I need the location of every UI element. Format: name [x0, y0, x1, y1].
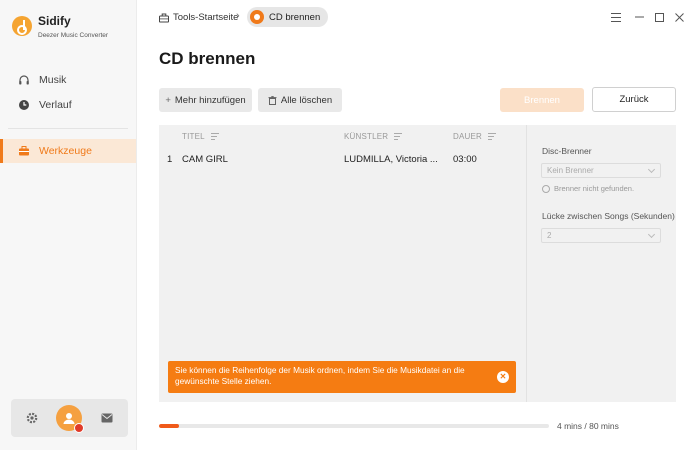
clear-all-label: Alle löschen: [280, 94, 333, 106]
brand: Sidify Deezer Music Converter: [12, 14, 108, 39]
sort-icon: [394, 133, 403, 140]
sidebar: Sidify Deezer Music Converter Musik Verl…: [0, 0, 137, 450]
sidebar-item-werkzeuge[interactable]: Werkzeuge: [0, 139, 136, 163]
column-header-title[interactable]: TITEL: [182, 132, 219, 141]
maximize-icon[interactable]: [652, 10, 666, 24]
sidebar-item-label: Musik: [39, 74, 67, 86]
gap-label: Lücke zwischen Songs (Sekunden): [542, 211, 675, 221]
burner-select-value: Kein Brenner: [547, 166, 594, 175]
sidebar-footer: [11, 399, 128, 437]
sort-icon: [488, 133, 497, 140]
close-icon[interactable]: ✕: [497, 371, 509, 383]
cd-icon: [250, 10, 264, 24]
capacity-progress-fill: [159, 424, 179, 428]
headphones-icon: [19, 75, 29, 85]
clear-all-button[interactable]: Alle löschen: [258, 88, 342, 112]
row-title: CAM GIRL: [182, 154, 228, 165]
sidebar-item-musik[interactable]: Musik: [0, 68, 136, 92]
sort-icon: [210, 133, 219, 140]
page-title: CD brennen: [159, 49, 256, 68]
trash-icon: [268, 95, 277, 105]
breadcrumb-separator: ›: [236, 10, 240, 22]
close-icon[interactable]: [672, 10, 686, 24]
sidebar-item-verlauf[interactable]: Verlauf: [0, 93, 136, 117]
breadcrumb-current: CD brennen: [247, 7, 329, 27]
breadcrumb-home-label: Tools-Startseite: [173, 12, 239, 23]
account-badge-icon: [74, 423, 85, 433]
gear-icon[interactable]: [26, 412, 38, 424]
avatar[interactable]: [56, 405, 85, 433]
chevron-down-icon: [647, 165, 656, 174]
toolbox-icon: [19, 146, 29, 156]
sidebar-divider: [8, 128, 128, 129]
column-header-duration[interactable]: DAUER: [453, 132, 497, 141]
breadcrumb-current-label: CD brennen: [269, 11, 321, 23]
toast-message: Sie können die Reihenfolge der Musik ord…: [175, 365, 465, 386]
burner-select[interactable]: Kein Brenner: [541, 163, 661, 178]
menu-icon[interactable]: [609, 10, 623, 24]
info-icon: [542, 184, 550, 193]
minimize-icon[interactable]: [633, 10, 647, 24]
title-bar: Tools-Startseite › CD brennen: [137, 0, 700, 34]
capacity-label: 4 mins / 80 mins: [557, 421, 619, 431]
hint-toast: Sie können die Reihenfolge der Musik ord…: [168, 361, 516, 393]
gap-select[interactable]: 2: [541, 228, 661, 243]
gap-select-value: 2: [547, 231, 552, 240]
burner-label: Disc-Brenner: [542, 146, 592, 156]
back-button[interactable]: Zurück: [592, 87, 676, 112]
chevron-down-icon: [647, 230, 656, 239]
column-header-artist[interactable]: KÜNSTLER: [344, 132, 403, 141]
row-duration: 03:00: [453, 154, 477, 165]
add-more-label: Mehr hinzufügen: [174, 94, 246, 106]
add-more-button[interactable]: + Mehr hinzufügen: [159, 88, 252, 112]
burn-button[interactable]: Brennen: [500, 88, 584, 112]
toolbox-icon: [159, 13, 169, 22]
user-icon: [63, 413, 75, 424]
row-artist: LUDMILLA, Victoria ...: [344, 154, 438, 165]
burner-note: Brenner nicht gefunden.: [542, 184, 634, 193]
clock-icon: [19, 100, 29, 110]
app-name: Sidify: [38, 14, 71, 28]
breadcrumb-home[interactable]: Tools-Startseite: [159, 12, 238, 23]
row-index: 1: [167, 154, 173, 165]
app-subtitle: Deezer Music Converter: [38, 32, 109, 39]
sidebar-item-label: Verlauf: [39, 99, 72, 111]
plus-icon: +: [165, 94, 171, 106]
app-logo-icon: [12, 16, 32, 36]
mail-icon[interactable]: [101, 413, 113, 423]
capacity-progress-bar: [159, 424, 549, 428]
sidebar-item-label: Werkzeuge: [39, 145, 92, 157]
